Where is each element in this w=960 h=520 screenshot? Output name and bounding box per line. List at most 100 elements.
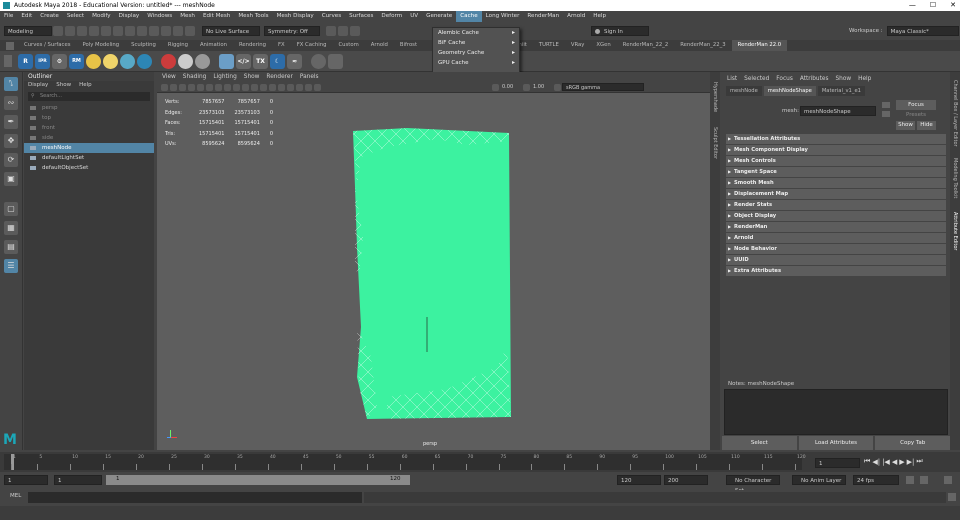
outliner-item-front[interactable]: front xyxy=(24,123,154,133)
menu-renderman[interactable]: RenderMan xyxy=(523,11,563,22)
time-slider[interactable]: 1 5 10 15 20 25 30 35 40 45 50 55 60 65 70 75 80 85 90 95 10… xyxy=(0,452,960,472)
notes-textarea[interactable] xyxy=(724,389,948,435)
shelf-tab-rendering[interactable]: Rendering xyxy=(233,40,272,51)
aa-icon[interactable] xyxy=(233,83,240,91)
select-object-icon[interactable] xyxy=(125,26,135,36)
shelf-tab-xgen[interactable]: XGen xyxy=(590,40,616,51)
minimize-icon[interactable]: — xyxy=(909,1,916,9)
single-view-icon[interactable]: ▢ xyxy=(4,202,18,216)
colorspace-dropdown[interactable]: sRGB gamma xyxy=(562,83,644,91)
hypershade-tab[interactable]: Hypershade xyxy=(712,82,718,112)
time-ruler[interactable]: 1 5 10 15 20 25 30 35 40 45 50 55 60 65 70 75 80 85 90 95 10… xyxy=(4,454,806,470)
menu-select[interactable]: Select xyxy=(63,11,88,22)
menu-modify[interactable]: Modify xyxy=(88,11,115,22)
rotate-tool-icon[interactable]: ⟳ xyxy=(4,153,18,167)
ipr-icon[interactable]: IPR xyxy=(35,53,50,69)
menu-deform[interactable]: Deform xyxy=(377,11,406,22)
menu-set-dropdown[interactable]: Modeling xyxy=(4,26,52,36)
xray-icon[interactable] xyxy=(251,83,258,91)
shelf-tab-turtle[interactable]: TURTLE xyxy=(533,40,565,51)
section-uuid[interactable]: UUID xyxy=(726,255,946,265)
move-tool-icon[interactable]: ✥ xyxy=(4,134,18,148)
attribute-editor-menu-selected[interactable]: Selected xyxy=(744,72,769,86)
section-arnold[interactable]: Arnold xyxy=(726,233,946,243)
viewport-menu-show[interactable]: Show xyxy=(244,72,260,82)
sculpt-editor-tab[interactable]: Sculpt Editor xyxy=(712,127,718,159)
outliner-menu-show[interactable]: Show xyxy=(56,81,71,90)
render-icon[interactable]: R xyxy=(18,53,33,69)
layout-icon[interactable]: ▤ xyxy=(4,240,18,254)
snap-view-icon[interactable] xyxy=(185,26,195,36)
outliner-item-meshnode[interactable]: meshNode xyxy=(24,143,154,153)
preferences-icon[interactable] xyxy=(920,476,928,484)
attribute-editor-menu-show[interactable]: Show xyxy=(835,72,851,86)
play-back-icon[interactable]: ◀ xyxy=(892,458,897,466)
hide-button[interactable]: Hide xyxy=(917,121,936,130)
outliner-menu-help[interactable]: Help xyxy=(79,81,92,90)
shelf-tab-animation[interactable]: Animation xyxy=(194,40,233,51)
cache-menu-item-alembic-cache[interactable]: Alembic Cache xyxy=(433,28,519,38)
motion-blur-icon[interactable] xyxy=(224,83,231,91)
section-smooth-mesh[interactable]: Smooth Mesh xyxy=(726,178,946,188)
gamma-value[interactable]: 1.00 xyxy=(533,84,553,90)
outliner-menu-display[interactable]: Display xyxy=(28,81,48,90)
shelf-tab-renderman-22-0[interactable]: RenderMan 22.0 xyxy=(731,40,788,51)
sun-icon[interactable] xyxy=(103,53,118,69)
shelf-tab-fx-caching[interactable]: FX Caching xyxy=(291,40,333,51)
cache-menu-item-geometry-cache[interactable]: Geometry Cache xyxy=(433,48,519,58)
menu-mesh-display[interactable]: Mesh Display xyxy=(273,11,318,22)
shelf-tab-bifrost[interactable]: Bifrost xyxy=(394,40,423,51)
render-settings-icon[interactable] xyxy=(350,26,360,36)
ao-icon[interactable] xyxy=(215,83,222,91)
current-frame-field[interactable]: 1 xyxy=(815,458,860,468)
workspace-dropdown[interactable]: Maya Classic* xyxy=(886,26,959,36)
viewport-menu-lighting[interactable]: Lighting xyxy=(213,72,236,82)
menu-arnold[interactable]: Arnold xyxy=(563,11,589,22)
section-mesh-controls[interactable]: Mesh Controls xyxy=(726,156,946,166)
outliner-item-defaultlightset[interactable]: defaultLightSet xyxy=(24,153,154,163)
menu-uv[interactable]: UV xyxy=(406,11,422,22)
go-to-end-icon[interactable]: ⏭ xyxy=(916,457,922,466)
menu-surfaces[interactable]: Surfaces xyxy=(345,11,377,22)
open-scene-icon[interactable] xyxy=(65,26,75,36)
outliner-layout-icon[interactable]: ☰ xyxy=(4,259,18,273)
section-displacement-map[interactable]: Displacement Map xyxy=(726,189,946,199)
menu-windows[interactable]: Windows xyxy=(143,11,176,22)
show-button[interactable]: Show xyxy=(896,121,915,130)
camera-icon[interactable] xyxy=(161,83,168,91)
ipr-render-icon[interactable] xyxy=(338,26,348,36)
section-renderman[interactable]: RenderMan xyxy=(726,222,946,232)
maximize-icon[interactable]: ☐ xyxy=(930,1,936,9)
shelf-tab-renderman-22-2[interactable]: RenderMan_22_2 xyxy=(617,40,674,51)
textured-icon[interactable] xyxy=(188,83,195,91)
load-attributes-button[interactable]: Load Attributes xyxy=(798,436,874,450)
film-gate-icon[interactable] xyxy=(296,83,303,91)
menu-create[interactable]: Create xyxy=(36,11,63,22)
script-editor-icon[interactable] xyxy=(948,493,956,501)
mel-label[interactable]: MEL xyxy=(10,493,21,499)
play-forward-icon[interactable]: ▶ xyxy=(899,458,904,466)
bake-icon[interactable] xyxy=(328,53,343,69)
cube-icon[interactable] xyxy=(219,53,234,69)
go-to-start-icon[interactable]: ⏮ xyxy=(864,457,870,466)
color-management-icon[interactable] xyxy=(554,83,561,91)
dome-light-icon[interactable] xyxy=(120,53,135,69)
menu-curves[interactable]: Curves xyxy=(318,11,345,22)
select-tool-icon[interactable]: ⭛ xyxy=(4,77,18,91)
copy-tab-button[interactable]: Copy Tab xyxy=(875,436,951,450)
four-view-icon[interactable]: ▦ xyxy=(4,221,18,235)
lasso-tool-icon[interactable]: ∾ xyxy=(4,96,18,110)
rig-icon[interactable] xyxy=(311,53,326,69)
channel-box-tab[interactable]: Channel Box / Layer Editor xyxy=(952,80,958,147)
presets-arrow-icon[interactable] xyxy=(882,111,890,117)
attribute-tab-meshnode[interactable]: meshNode xyxy=(726,86,762,96)
focus-arrow-icon[interactable] xyxy=(882,102,890,108)
viewport-menu-view[interactable]: View xyxy=(162,72,176,82)
select-component-icon[interactable] xyxy=(137,26,147,36)
close-icon[interactable]: ✕ xyxy=(950,1,956,9)
shelf-tab-vray[interactable]: VRay xyxy=(565,40,591,51)
menu-edit-mesh[interactable]: Edit Mesh xyxy=(199,11,234,22)
attribute-tab-material-v1-e1[interactable]: Material_v1_e1 xyxy=(817,86,865,96)
step-back-key-icon[interactable]: ◀| xyxy=(872,458,880,466)
shelf-tab-poly-modeling[interactable]: Poly Modeling xyxy=(76,40,125,51)
